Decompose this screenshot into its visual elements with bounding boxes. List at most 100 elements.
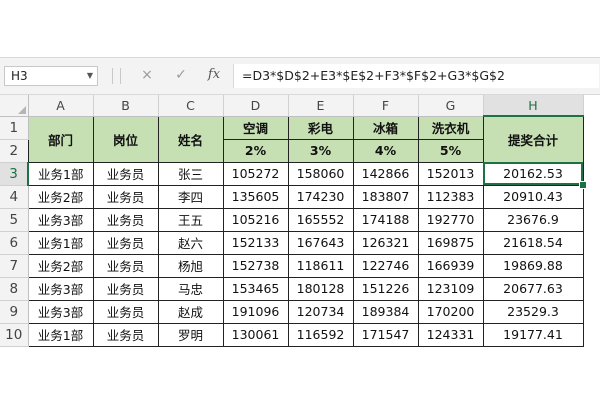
cell-h3[interactable]: 20162.53 — [482, 161, 587, 189]
header-product[interactable]: 冰箱 — [352, 115, 419, 140]
cell-f8[interactable]: 151226 — [352, 276, 419, 301]
header-post[interactable]: 岗位 — [92, 115, 159, 163]
cell-d10[interactable]: 130061 — [222, 322, 289, 347]
cell-f5[interactable]: 174188 — [352, 207, 419, 232]
cell-g8[interactable]: 123109 — [417, 276, 484, 301]
header-rate[interactable]: 4% — [352, 138, 419, 163]
cell-h5[interactable]: 23676.9 — [482, 207, 584, 232]
cell-c7[interactable]: 杨旭 — [157, 253, 224, 278]
header-dept[interactable]: 部门 — [27, 115, 94, 163]
cell-c5[interactable]: 王五 — [157, 207, 224, 232]
cell-g6[interactable]: 169875 — [417, 230, 484, 255]
cell-b6[interactable]: 业务员 — [92, 230, 159, 255]
header-rate[interactable]: 5% — [417, 138, 484, 163]
column-header-h[interactable]: H — [483, 95, 584, 117]
cell-e7[interactable]: 118611 — [287, 253, 354, 278]
name-box[interactable]: H3 ▼ — [4, 66, 98, 86]
cell-e6[interactable]: 167643 — [287, 230, 354, 255]
cell-h10[interactable]: 19177.41 — [482, 322, 584, 347]
header-bonus[interactable]: 提奖合计 — [482, 115, 584, 163]
cell-d6[interactable]: 152133 — [222, 230, 289, 255]
header-product[interactable]: 空调 — [222, 115, 289, 140]
cell-b9[interactable]: 业务员 — [92, 299, 159, 324]
cell-b5[interactable]: 业务员 — [92, 207, 159, 232]
cell-e10[interactable]: 116592 — [287, 322, 354, 347]
cell-b7[interactable]: 业务员 — [92, 253, 159, 278]
formula-input[interactable]: =D3*$D$2+E3*$E$2+F3*$F$2+G3*$G$2 — [233, 64, 599, 88]
column-header-f[interactable]: F — [353, 95, 419, 117]
cell-b4[interactable]: 业务员 — [92, 184, 159, 209]
cell-a9[interactable]: 业务3部 — [27, 299, 94, 324]
cell-a4[interactable]: 业务2部 — [27, 184, 94, 209]
cell-c10[interactable]: 罗明 — [157, 322, 224, 347]
row-header-4[interactable]: 4 — [0, 185, 29, 209]
cell-f9[interactable]: 189384 — [352, 299, 419, 324]
cell-g4[interactable]: 112383 — [417, 184, 484, 209]
cell-d3[interactable]: 105272 — [222, 161, 289, 186]
row-header-9[interactable]: 9 — [0, 300, 29, 324]
header-name[interactable]: 姓名 — [157, 115, 224, 163]
fill-handle[interactable] — [578, 180, 587, 189]
cell-c6[interactable]: 赵六 — [157, 230, 224, 255]
column-header-b[interactable]: B — [93, 95, 159, 117]
cell-c3[interactable]: 张三 — [157, 161, 224, 186]
cell-f10[interactable]: 171547 — [352, 322, 419, 347]
cell-c4[interactable]: 李四 — [157, 184, 224, 209]
cell-d4[interactable]: 135605 — [222, 184, 289, 209]
cell-g9[interactable]: 170200 — [417, 299, 484, 324]
cell-h9[interactable]: 23529.3 — [482, 299, 584, 324]
cell-f6[interactable]: 126321 — [352, 230, 419, 255]
cell-f4[interactable]: 183807 — [352, 184, 419, 209]
cell-a5[interactable]: 业务3部 — [27, 207, 94, 232]
cell-a10[interactable]: 业务1部 — [27, 322, 94, 347]
row-header-6[interactable]: 6 — [0, 231, 29, 255]
cell-e8[interactable]: 180128 — [287, 276, 354, 301]
cell-e4[interactable]: 174230 — [287, 184, 354, 209]
cancel-icon[interactable]: × — [136, 64, 158, 86]
header-product[interactable]: 洗衣机 — [417, 115, 484, 140]
cell-g10[interactable]: 124331 — [417, 322, 484, 347]
cell-a3[interactable]: 业务1部 — [27, 161, 94, 186]
row-header-2[interactable]: 2 — [0, 139, 29, 163]
column-header-e[interactable]: E — [288, 95, 354, 117]
cell-b3[interactable]: 业务员 — [92, 161, 159, 186]
cell-e9[interactable]: 120734 — [287, 299, 354, 324]
header-product[interactable]: 彩电 — [287, 115, 354, 140]
row-header-7[interactable]: 7 — [0, 254, 29, 278]
cell-d7[interactable]: 152738 — [222, 253, 289, 278]
cell-d8[interactable]: 153465 — [222, 276, 289, 301]
confirm-icon[interactable]: ✓ — [170, 64, 192, 86]
select-all-corner[interactable] — [0, 95, 29, 117]
cell-h7[interactable]: 19869.88 — [482, 253, 584, 278]
column-header-c[interactable]: C — [158, 95, 224, 117]
header-rate[interactable]: 3% — [287, 138, 354, 163]
cell-g5[interactable]: 192770 — [417, 207, 484, 232]
cell-b10[interactable]: 业务员 — [92, 322, 159, 347]
cell-c9[interactable]: 赵成 — [157, 299, 224, 324]
cell-d9[interactable]: 191096 — [222, 299, 289, 324]
cell-e3[interactable]: 158060 — [287, 161, 354, 186]
row-header-8[interactable]: 8 — [0, 277, 29, 301]
cell-h4[interactable]: 20910.43 — [482, 184, 584, 209]
cell-c8[interactable]: 马忠 — [157, 276, 224, 301]
row-header-10[interactable]: 10 — [0, 323, 29, 347]
chevron-down-icon[interactable]: ▼ — [87, 67, 93, 85]
row-header-3[interactable]: 3 — [0, 162, 29, 186]
cell-e5[interactable]: 165552 — [287, 207, 354, 232]
row-header-5[interactable]: 5 — [0, 208, 29, 232]
insert-function-button[interactable]: fx — [203, 64, 225, 86]
cell-a6[interactable]: 业务1部 — [27, 230, 94, 255]
cell-g3[interactable]: 152013 — [417, 161, 484, 186]
cell-f3[interactable]: 142866 — [352, 161, 419, 186]
row-header-1[interactable]: 1 — [0, 116, 29, 140]
header-rate[interactable]: 2% — [222, 138, 289, 163]
cell-a8[interactable]: 业务3部 — [27, 276, 94, 301]
cell-h6[interactable]: 21618.54 — [482, 230, 584, 255]
cell-d5[interactable]: 105216 — [222, 207, 289, 232]
cell-h8[interactable]: 20677.63 — [482, 276, 584, 301]
column-header-a[interactable]: A — [28, 95, 94, 117]
cell-f7[interactable]: 122746 — [352, 253, 419, 278]
column-header-d[interactable]: D — [223, 95, 289, 117]
cell-a7[interactable]: 业务2部 — [27, 253, 94, 278]
cell-b8[interactable]: 业务员 — [92, 276, 159, 301]
